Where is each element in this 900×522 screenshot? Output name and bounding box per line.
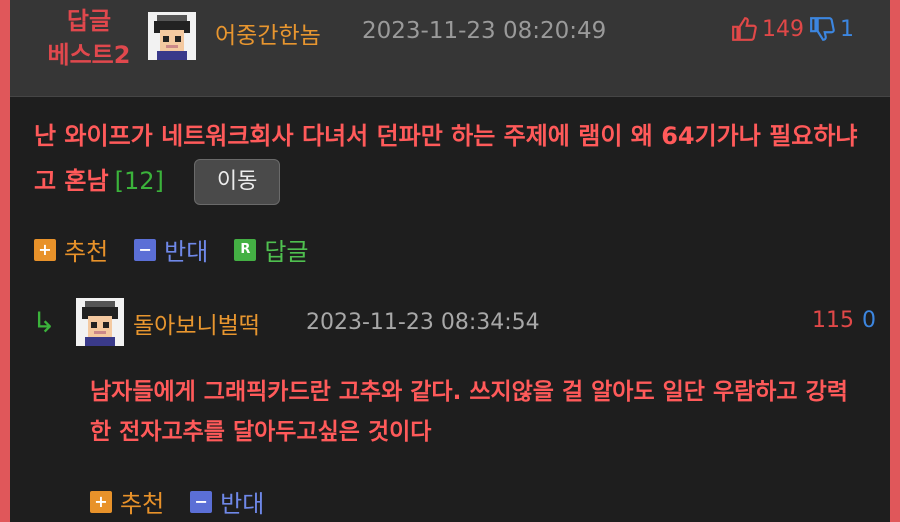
reply-avatar-icon[interactable] <box>76 298 124 346</box>
minus-icon: − <box>190 490 213 513</box>
move-button[interactable]: 이동 <box>193 159 281 205</box>
reply-vote-summary: 115 0 <box>812 308 876 333</box>
reply-arrow-icon: ↳ <box>32 306 56 339</box>
minus-icon: − <box>134 238 157 261</box>
post-like-count: 149 <box>762 16 804 42</box>
user-avatar-icon[interactable] <box>148 12 196 60</box>
reply-oppose-button[interactable]: − 반대 <box>190 484 264 519</box>
best-label-line1: 답글 <box>66 7 112 35</box>
post-dislike-count: 1 <box>840 16 854 42</box>
thumbs-down-icon <box>810 17 835 41</box>
oppose-label: 반대 <box>164 238 209 266</box>
best-reply-badge: 답글 베스트2 <box>34 4 144 72</box>
plus-icon: + <box>90 490 112 513</box>
left-frame-border <box>0 0 10 522</box>
reply-icon: R <box>234 238 257 261</box>
plus-icon: + <box>34 238 56 261</box>
post-author-nickname[interactable]: 어중간한놈 <box>215 16 321 50</box>
post-date: 2023-11-23 08:20:49 <box>362 18 607 44</box>
recommend-label: 추천 <box>120 490 165 518</box>
post-content: 난 와이프가 네트워크회사 다녀서 던파만 하는 주제에 램이 왜 64기가나 … <box>34 114 874 205</box>
comment-count[interactable]: [12] <box>115 167 164 195</box>
recommend-label: 추천 <box>64 238 109 266</box>
reply-dislike-count: 0 <box>862 308 876 333</box>
right-frame-border <box>890 0 900 522</box>
reply-label: 답글 <box>264 238 309 266</box>
reply-button[interactable]: R 답글 <box>234 232 309 267</box>
oppose-button[interactable]: − 반대 <box>134 232 208 267</box>
recommend-button[interactable]: + 추천 <box>34 232 108 267</box>
reply-date: 2023-11-23 08:34:54 <box>306 310 540 335</box>
best-label-line2: 베스트2 <box>47 41 131 69</box>
reply-author-nickname[interactable]: 돌아보니벌떡 <box>133 306 260 340</box>
post-vote-summary: 149 1 <box>731 16 854 42</box>
thumbs-up-icon <box>732 17 757 41</box>
oppose-label: 반대 <box>220 490 265 518</box>
post-header: 답글 베스트2 어중간한놈 2023-11-23 08:20:49 149 1 <box>10 0 890 97</box>
reply-like-count: 115 <box>812 308 854 333</box>
post-actions: + 추천 − 반대 R 답글 <box>34 232 309 267</box>
reply-content: 남자들에게 그래픽카드란 고추와 같다. 쓰지않을 걸 알아도 일단 우람하고 … <box>90 379 848 445</box>
reply-recommend-button[interactable]: + 추천 <box>90 484 164 519</box>
reply-actions: + 추천 − 반대 <box>90 484 264 519</box>
